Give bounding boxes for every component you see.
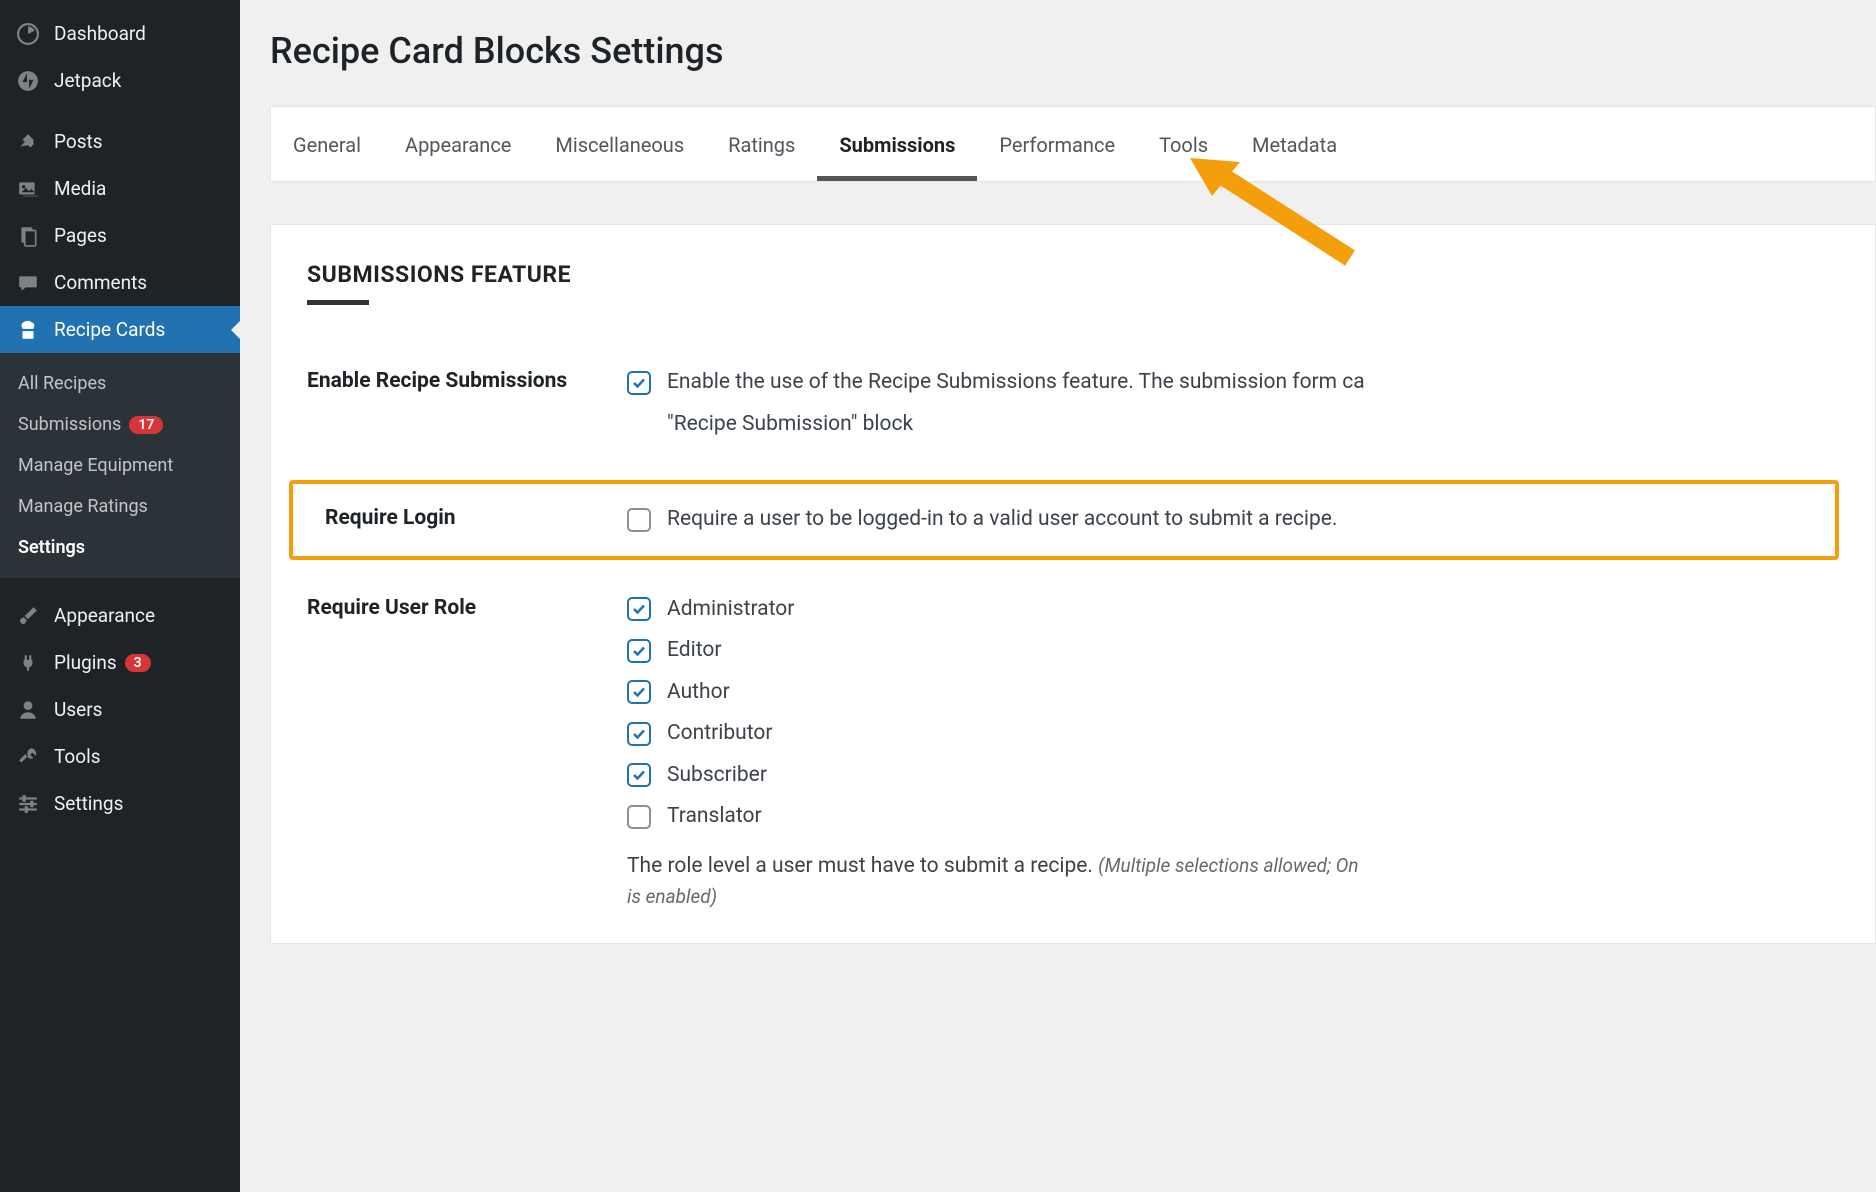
plug-icon: [14, 652, 42, 674]
sidebar-label: Pages: [54, 224, 107, 247]
sidebar-label: Media: [54, 177, 106, 200]
tab-performance[interactable]: Performance: [977, 107, 1137, 181]
sidebar-item-recipe-cards[interactable]: Recipe Cards: [0, 306, 240, 353]
submenu-submissions[interactable]: Submissions 17: [0, 404, 240, 445]
submenu-all-recipes[interactable]: All Recipes: [0, 363, 240, 404]
main-content: Recipe Card Blocks Settings General Appe…: [240, 0, 1876, 1192]
sidebar-item-jetpack[interactable]: Jetpack: [0, 57, 240, 104]
submenu-label: Manage Equipment: [18, 455, 173, 476]
sidebar-item-plugins[interactable]: Plugins 3: [0, 639, 240, 686]
require-login-checkbox[interactable]: [627, 508, 651, 532]
role-checkbox-administrator[interactable]: [627, 597, 651, 621]
recipe-icon: [14, 319, 42, 341]
enable-text-2: "Recipe Submission" block: [667, 409, 1839, 441]
submenu-settings[interactable]: Settings: [0, 527, 240, 568]
sidebar-label: Comments: [54, 271, 147, 294]
role-checkbox-contributor[interactable]: [627, 722, 651, 746]
setting-require-login-wrap: Require Login Require a user to be logge…: [307, 480, 1839, 560]
role-label: Administrator: [667, 594, 794, 626]
role-label: Subscriber: [667, 760, 767, 792]
role-label: Translator: [667, 801, 762, 833]
help-hint-2: is enabled): [627, 885, 717, 908]
sidebar-item-dashboard[interactable]: Dashboard: [0, 10, 240, 57]
role-checkbox-author[interactable]: [627, 680, 651, 704]
sidebar-label: Plugins: [54, 651, 117, 674]
role-checkbox-translator[interactable]: [627, 805, 651, 829]
sidebar-label: Posts: [54, 130, 103, 153]
sidebar-item-tools[interactable]: Tools: [0, 733, 240, 780]
dashboard-icon: [14, 23, 42, 45]
sidebar-submenu: All Recipes Submissions 17 Manage Equipm…: [0, 353, 240, 578]
submenu-manage-ratings[interactable]: Manage Ratings: [0, 486, 240, 527]
sidebar-item-comments[interactable]: Comments: [0, 259, 240, 306]
sidebar-label: Dashboard: [54, 22, 146, 45]
tabs-bar: General Appearance Miscellaneous Ratings…: [270, 106, 1876, 182]
help-main: The role level a user must have to submi…: [627, 854, 1093, 878]
plugins-badge: 3: [125, 654, 151, 672]
sidebar-item-users[interactable]: Users: [0, 686, 240, 733]
submenu-manage-equipment[interactable]: Manage Equipment: [0, 445, 240, 486]
submissions-badge: 17: [129, 416, 163, 434]
pin-icon: [14, 131, 42, 153]
media-icon: [14, 178, 42, 200]
role-help-text: The role level a user must have to submi…: [627, 851, 1839, 914]
highlight-annotation: Require Login Require a user to be logge…: [289, 480, 1839, 560]
tab-tools[interactable]: Tools: [1137, 107, 1230, 181]
submenu-label: Manage Ratings: [18, 496, 148, 517]
role-checkbox-editor[interactable]: [627, 639, 651, 663]
jetpack-icon: [14, 70, 42, 92]
role-checkbox-subscriber[interactable]: [627, 763, 651, 787]
sidebar-label: Appearance: [54, 604, 155, 627]
comments-icon: [14, 272, 42, 294]
sidebar-label: Settings: [54, 792, 123, 815]
sidebar-label: Users: [54, 698, 102, 721]
role-label: Author: [667, 677, 730, 709]
sidebar-item-pages[interactable]: Pages: [0, 212, 240, 259]
setting-require-role: Require User Role Administrator Editor A…: [307, 582, 1839, 926]
enable-checkbox[interactable]: [627, 371, 651, 395]
require-login-text: Require a user to be logged-in to a vali…: [667, 504, 1337, 536]
tab-general[interactable]: General: [271, 107, 383, 181]
role-label: Contributor: [667, 718, 772, 750]
pages-icon: [14, 225, 42, 247]
setting-label: Enable Recipe Submissions: [307, 367, 627, 393]
role-label: Editor: [667, 635, 721, 667]
setting-label: Require User Role: [307, 594, 627, 620]
tab-miscellaneous[interactable]: Miscellaneous: [533, 107, 706, 181]
settings-card: SUBMISSIONS FEATURE Enable Recipe Submis…: [270, 224, 1876, 944]
submenu-label: Settings: [18, 537, 85, 558]
sidebar-item-posts[interactable]: Posts: [0, 118, 240, 165]
submenu-label: Submissions: [18, 414, 121, 435]
wrench-icon: [14, 746, 42, 768]
sliders-icon: [14, 793, 42, 815]
section-heading: SUBMISSIONS FEATURE: [307, 261, 1839, 300]
help-hint: (Multiple selections allowed; On: [1098, 854, 1358, 877]
user-icon: [14, 699, 42, 721]
enable-text: Enable the use of the Recipe Submissions…: [667, 367, 1365, 399]
setting-label: Require Login: [307, 504, 627, 530]
tab-metadata[interactable]: Metadata: [1230, 107, 1359, 181]
heading-underline: [307, 300, 369, 305]
tab-ratings[interactable]: Ratings: [706, 107, 817, 181]
sidebar-item-media[interactable]: Media: [0, 165, 240, 212]
tab-appearance[interactable]: Appearance: [383, 107, 533, 181]
submenu-label: All Recipes: [18, 373, 106, 394]
brush-icon: [14, 605, 42, 627]
page-title: Recipe Card Blocks Settings: [240, 0, 1876, 106]
sidebar-item-settings[interactable]: Settings: [0, 780, 240, 827]
sidebar-label: Tools: [54, 745, 101, 768]
tab-submissions[interactable]: Submissions: [817, 107, 977, 181]
setting-require-login: Require Login Require a user to be logge…: [307, 504, 1821, 536]
sidebar-label: Recipe Cards: [54, 318, 165, 341]
setting-enable-submissions: Enable Recipe Submissions Enable the use…: [307, 355, 1839, 452]
sidebar-label: Jetpack: [54, 69, 121, 92]
sidebar-item-appearance[interactable]: Appearance: [0, 592, 240, 639]
admin-sidebar: Dashboard Jetpack Posts Media Pages Comm…: [0, 0, 240, 1192]
